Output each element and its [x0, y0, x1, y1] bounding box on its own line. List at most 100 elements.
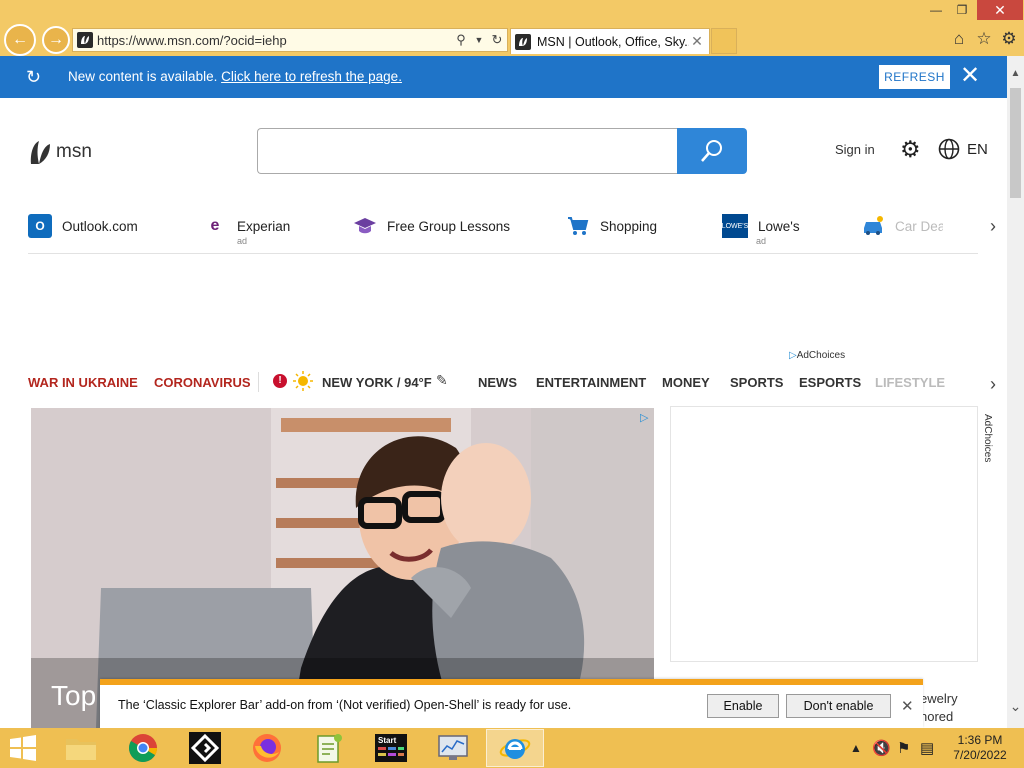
arrow-right-icon: → — [48, 31, 64, 48]
enable-addon-button[interactable]: Enable — [707, 694, 779, 718]
dropdown-arrow-icon[interactable]: ▼ — [471, 35, 487, 45]
tab-close-icon[interactable]: ✕ — [689, 33, 705, 50]
msn-favicon-icon — [515, 33, 531, 50]
quicklink-free-group-lessons[interactable]: Free Group Lessons — [353, 214, 510, 238]
ad-badge: ad — [237, 236, 248, 246]
sun-icon — [293, 371, 313, 391]
msn-favicon-icon — [77, 32, 93, 48]
msn-butterfly-icon — [30, 141, 50, 164]
close-window-button[interactable]: ✕ — [977, 0, 1023, 20]
nav-entertainment[interactable]: ENTERTAINMENT — [536, 375, 646, 390]
scroll-down-icon[interactable]: ⌄ — [1007, 698, 1024, 715]
quicklink-label: Lowe's — [758, 218, 800, 234]
back-button[interactable]: ← — [4, 24, 36, 56]
taskbar-notepad-plus[interactable] — [300, 729, 358, 767]
hero-headline[interactable]: Top — [51, 680, 96, 712]
chrome-icon — [129, 734, 157, 762]
home-icon[interactable]: ⌂ — [948, 28, 970, 50]
taskbar-start-menu-app[interactable]: Start — [362, 729, 420, 767]
url-text[interactable]: https://www.msn.com/?ocid=iehp — [97, 33, 453, 48]
chevron-up-icon: ▲ — [850, 741, 862, 755]
scroll-up-icon[interactable]: ▲ — [1007, 68, 1024, 79]
quicklink-lowes[interactable]: LOWE'S Lowe's ad — [722, 214, 800, 246]
nav-sports[interactable]: SPORTS — [730, 375, 783, 390]
car-icon — [864, 216, 883, 235]
close-notification-icon[interactable]: ✕ — [958, 64, 982, 88]
quicklink-experian[interactable]: e Experian ad — [203, 214, 291, 246]
nav-coronavirus[interactable]: CORONAVIRUS — [154, 375, 251, 390]
refresh-icon[interactable]: ↻ — [489, 32, 505, 48]
quicklink-car-deals[interactable]: Car Deals — [861, 214, 943, 238]
right-ad-slot[interactable] — [670, 406, 978, 662]
nav-money[interactable]: MONEY — [662, 375, 710, 390]
experian-icon: e — [210, 217, 220, 234]
nav-esports[interactable]: ESPORTS — [799, 375, 861, 390]
globe-icon[interactable] — [938, 138, 960, 160]
news-card-peek[interactable]: ewelry nored — [920, 690, 958, 726]
taskbar-file-explorer[interactable] — [52, 729, 110, 767]
network-icon[interactable]: ▤ — [920, 728, 934, 768]
tab-msn[interactable]: MSN | Outlook, Office, Sky... ✕ — [510, 28, 710, 54]
adchoices-vertical-label[interactable]: AdChoices — [979, 414, 993, 474]
quicklink-label: Outlook.com — [62, 218, 138, 234]
adchoices-icon: ▷ — [789, 350, 797, 361]
forward-button[interactable]: → — [42, 26, 70, 54]
adchoices-icon[interactable]: ▷ — [640, 411, 648, 424]
edit-pencil-icon[interactable]: ✎ — [436, 372, 448, 389]
show-hidden-icons[interactable]: ▲ — [850, 728, 862, 768]
vertical-scrollbar[interactable]: ▲ ⌄ — [1007, 56, 1024, 728]
quicklink-shopping[interactable]: Shopping — [566, 214, 657, 238]
search-input[interactable] — [257, 128, 677, 174]
maximize-button[interactable]: ❐ — [949, 0, 975, 20]
volume-muted-icon[interactable]: 🔇 — [872, 728, 891, 768]
taskbar-internet-explorer[interactable] — [486, 729, 544, 767]
lowes-icon: LOWE'S — [722, 214, 748, 238]
msn-logo[interactable]: msn — [28, 138, 92, 166]
address-bar[interactable]: https://www.msn.com/?ocid=iehp ⚲ ▼ ↻ — [72, 28, 508, 52]
search-button[interactable] — [677, 128, 747, 174]
language-selector[interactable]: EN — [967, 141, 988, 158]
new-tab-button[interactable] — [711, 28, 737, 54]
taskbar-system-monitor[interactable] — [424, 729, 482, 767]
nav-next-chevron-icon[interactable]: › — [990, 374, 996, 395]
close-addon-bar-icon[interactable]: ✕ — [901, 697, 914, 715]
sign-in-link[interactable]: Sign in — [835, 142, 875, 157]
weather-alert-icon[interactable]: ! — [273, 374, 287, 388]
favorites-star-icon[interactable]: ☆ — [973, 28, 995, 50]
msn-page: msn Sign in ⚙ EN O Outlook.com e Experia… — [0, 98, 1007, 728]
quicklink-label: Experian — [237, 218, 291, 234]
addon-message: The ‘Classic Explorer Bar’ add-on from ‘… — [118, 698, 572, 712]
search-icon[interactable]: ⚲ — [453, 32, 469, 48]
dont-enable-addon-button[interactable]: Don't enable — [786, 694, 891, 718]
internet-explorer-icon — [499, 739, 531, 759]
settings-gear-icon[interactable]: ⚙ — [998, 28, 1020, 50]
card-peek-line: ewelry — [920, 691, 958, 706]
quicklinks-next-chevron-icon[interactable]: › — [990, 216, 996, 237]
taskbar-firefox[interactable] — [238, 729, 296, 767]
nav-lifestyle[interactable]: LIFESTYLE — [875, 375, 945, 390]
clock-time: 1:36 PM — [957, 733, 1003, 747]
nav-war-in-ukraine[interactable]: WAR IN UKRAINE — [28, 375, 138, 390]
quicklinks-bar: O Outlook.com e Experian ad Free Group L… — [28, 210, 978, 254]
logo-text: msn — [56, 141, 92, 162]
search-icon — [701, 140, 722, 162]
browser-titlebar: ← → https://www.msn.com/?ocid=iehp ⚲ ▼ ↻… — [0, 0, 1024, 56]
nav-weather-location[interactable]: NEW YORK / 94°F — [322, 375, 432, 390]
taskbar-chrome[interactable] — [114, 729, 172, 767]
adchoices-link[interactable]: ▷AdChoices — [789, 350, 845, 361]
taskbar-app-g[interactable] — [176, 729, 234, 767]
nav-divider — [258, 372, 259, 392]
settings-gear-icon[interactable]: ⚙ — [900, 136, 921, 163]
nav-news[interactable]: NEWS — [478, 375, 517, 390]
system-clock[interactable]: 1:36 PM 7/20/2022 — [952, 733, 1008, 763]
firefox-icon — [253, 734, 281, 762]
windows-start-button[interactable] — [6, 734, 40, 762]
minimize-button[interactable]: — — [923, 0, 949, 20]
refresh-page-link[interactable]: Click here to refresh the page. — [221, 69, 402, 84]
scroll-thumb[interactable] — [1010, 88, 1021, 198]
action-center-icon[interactable]: ⚑ — [897, 728, 910, 768]
category-nav: WAR IN UKRAINE CORONAVIRUS ! NEW YORK / … — [28, 370, 988, 394]
quicklink-outlook[interactable]: O Outlook.com — [28, 214, 138, 238]
quicklink-label: Free Group Lessons — [387, 218, 511, 234]
refresh-button[interactable]: REFRESH — [879, 65, 950, 89]
